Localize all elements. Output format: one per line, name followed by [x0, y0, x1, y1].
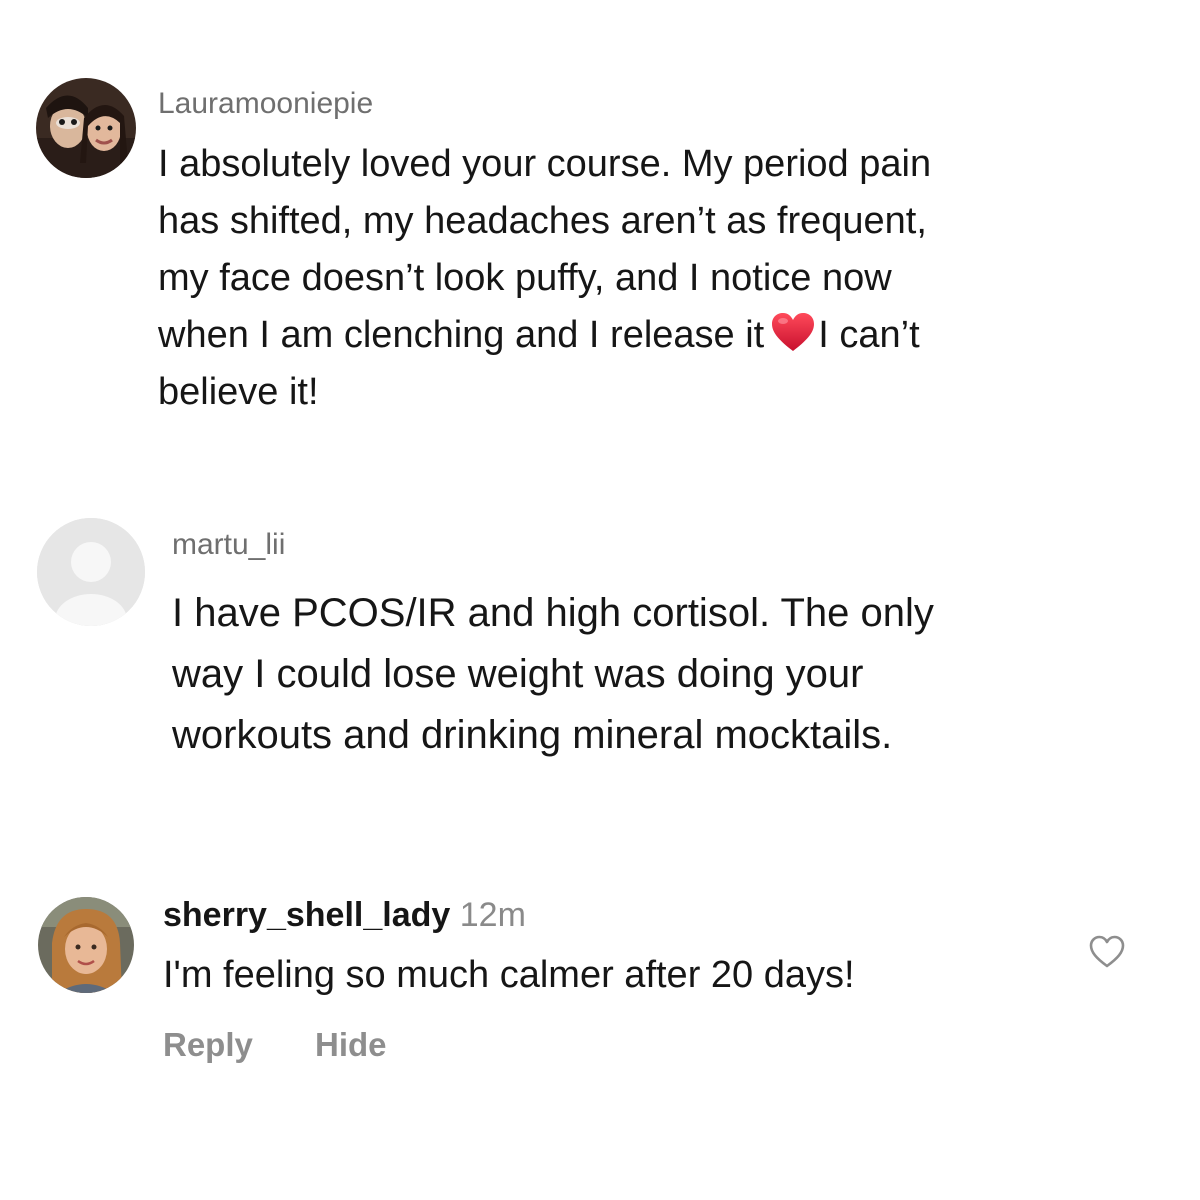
heart-outline-icon	[1089, 935, 1125, 968]
like-button[interactable]	[1088, 934, 1126, 970]
reply-button[interactable]: Reply	[163, 1025, 253, 1065]
username-line: sherry_shell_lady 12m	[163, 895, 526, 935]
timestamp: 12m	[459, 896, 526, 934]
username[interactable]: sherry_shell_lady	[163, 896, 450, 934]
comment-text: I'm feeling so much calmer after 20 days…	[163, 954, 855, 996]
avatar[interactable]	[38, 897, 134, 993]
woman-photo-avatar-icon	[38, 897, 134, 993]
comment-sherry-shell-lady: sherry_shell_lady 12m I'm feeling so muc…	[0, 0, 1200, 1100]
hide-button[interactable]: Hide	[315, 1025, 387, 1065]
